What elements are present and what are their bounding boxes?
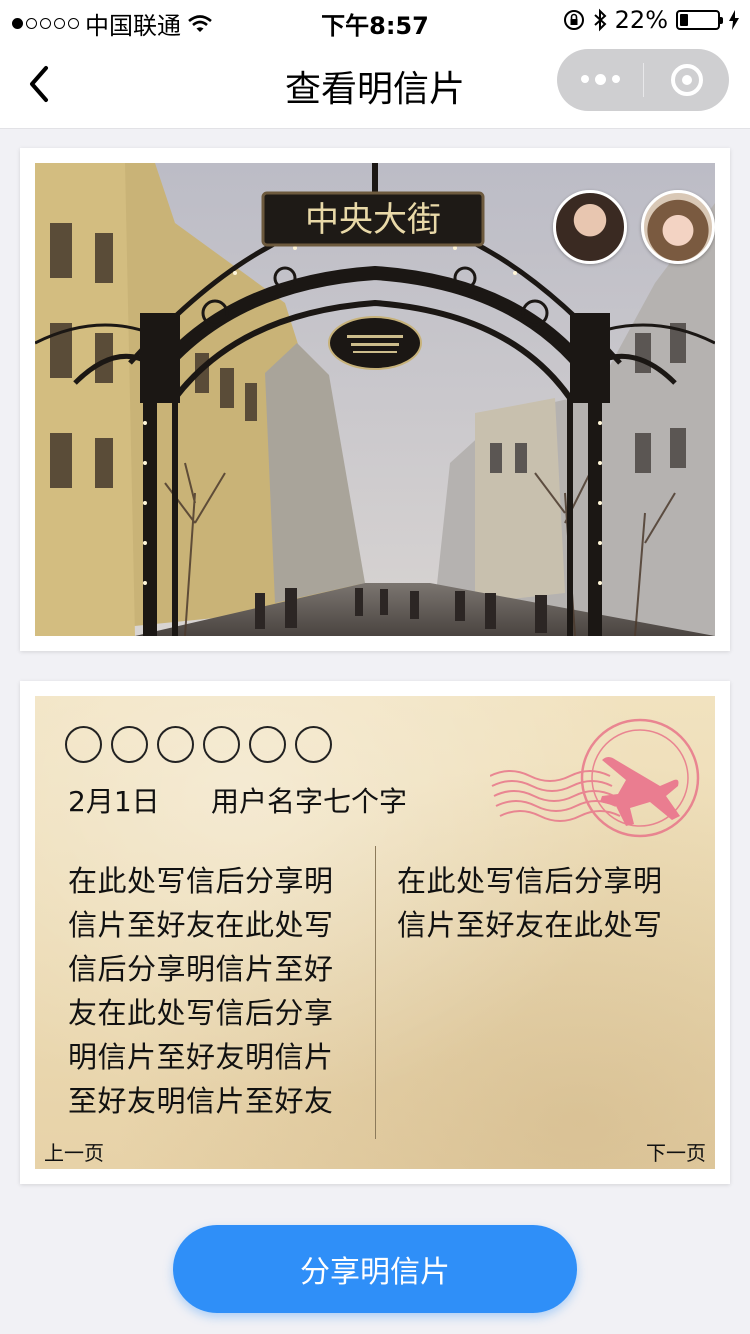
letter-paper: 2月1日 用户名字七个字 在此处写信后分享明信片至好友在此处写信后分享明信片至好… [35, 696, 715, 1169]
receiver-avatar[interactable] [641, 190, 715, 264]
letter-body-left: 在此处写信后分享明信片至好友在此处写信后分享明信片至好友在此处写信后分享明信片至… [68, 864, 334, 1118]
close-mini-program-button[interactable] [644, 64, 729, 96]
letter-body-right: 在此处写信后分享明信片至好友在此处写 [397, 864, 663, 942]
postcode-boxes [65, 726, 332, 763]
bluetooth-icon [593, 8, 607, 32]
postcard-front-card: 中央大街 [20, 148, 730, 651]
charging-icon [729, 10, 739, 30]
mini-program-capsule [557, 49, 729, 111]
more-dot-icon [580, 75, 589, 83]
postcode-circle [203, 726, 240, 763]
postcode-circle [295, 726, 332, 763]
postcode-circle [65, 726, 102, 763]
postcode-circle [249, 726, 286, 763]
more-options-button[interactable] [557, 74, 643, 85]
letter-username: 用户名字七个字 [211, 785, 408, 818]
next-page-link[interactable]: 下一页 [646, 1137, 706, 1166]
gate-sign-text: 中央大街 [305, 200, 441, 240]
battery-percent: 22% [614, 6, 668, 34]
share-postcard-button[interactable]: 分享明信片 [173, 1225, 577, 1313]
status-right: 22% [563, 6, 740, 34]
prev-page-link[interactable]: 上一页 [44, 1137, 104, 1166]
letter-divider [375, 846, 376, 1139]
more-dot-icon [594, 74, 606, 85]
postcard-photo: 中央大街 [35, 163, 715, 636]
more-dot-icon [611, 75, 620, 83]
battery-icon [676, 10, 723, 30]
airplane-postmark-icon [490, 718, 700, 838]
navigation-bar: 查看明信片 [0, 40, 750, 129]
sender-avatar[interactable] [553, 190, 627, 264]
postcard-back-card: 2月1日 用户名字七个字 在此处写信后分享明信片至好友在此处写信后分享明信片至好… [20, 681, 730, 1184]
orientation-lock-icon [563, 10, 584, 30]
letter-date: 2月1日 [68, 785, 160, 818]
target-icon [670, 64, 703, 96]
status-bar: 中国联通 下午8:57 22% [0, 0, 750, 40]
postcode-circle [111, 726, 148, 763]
postcode-circle [157, 726, 194, 763]
